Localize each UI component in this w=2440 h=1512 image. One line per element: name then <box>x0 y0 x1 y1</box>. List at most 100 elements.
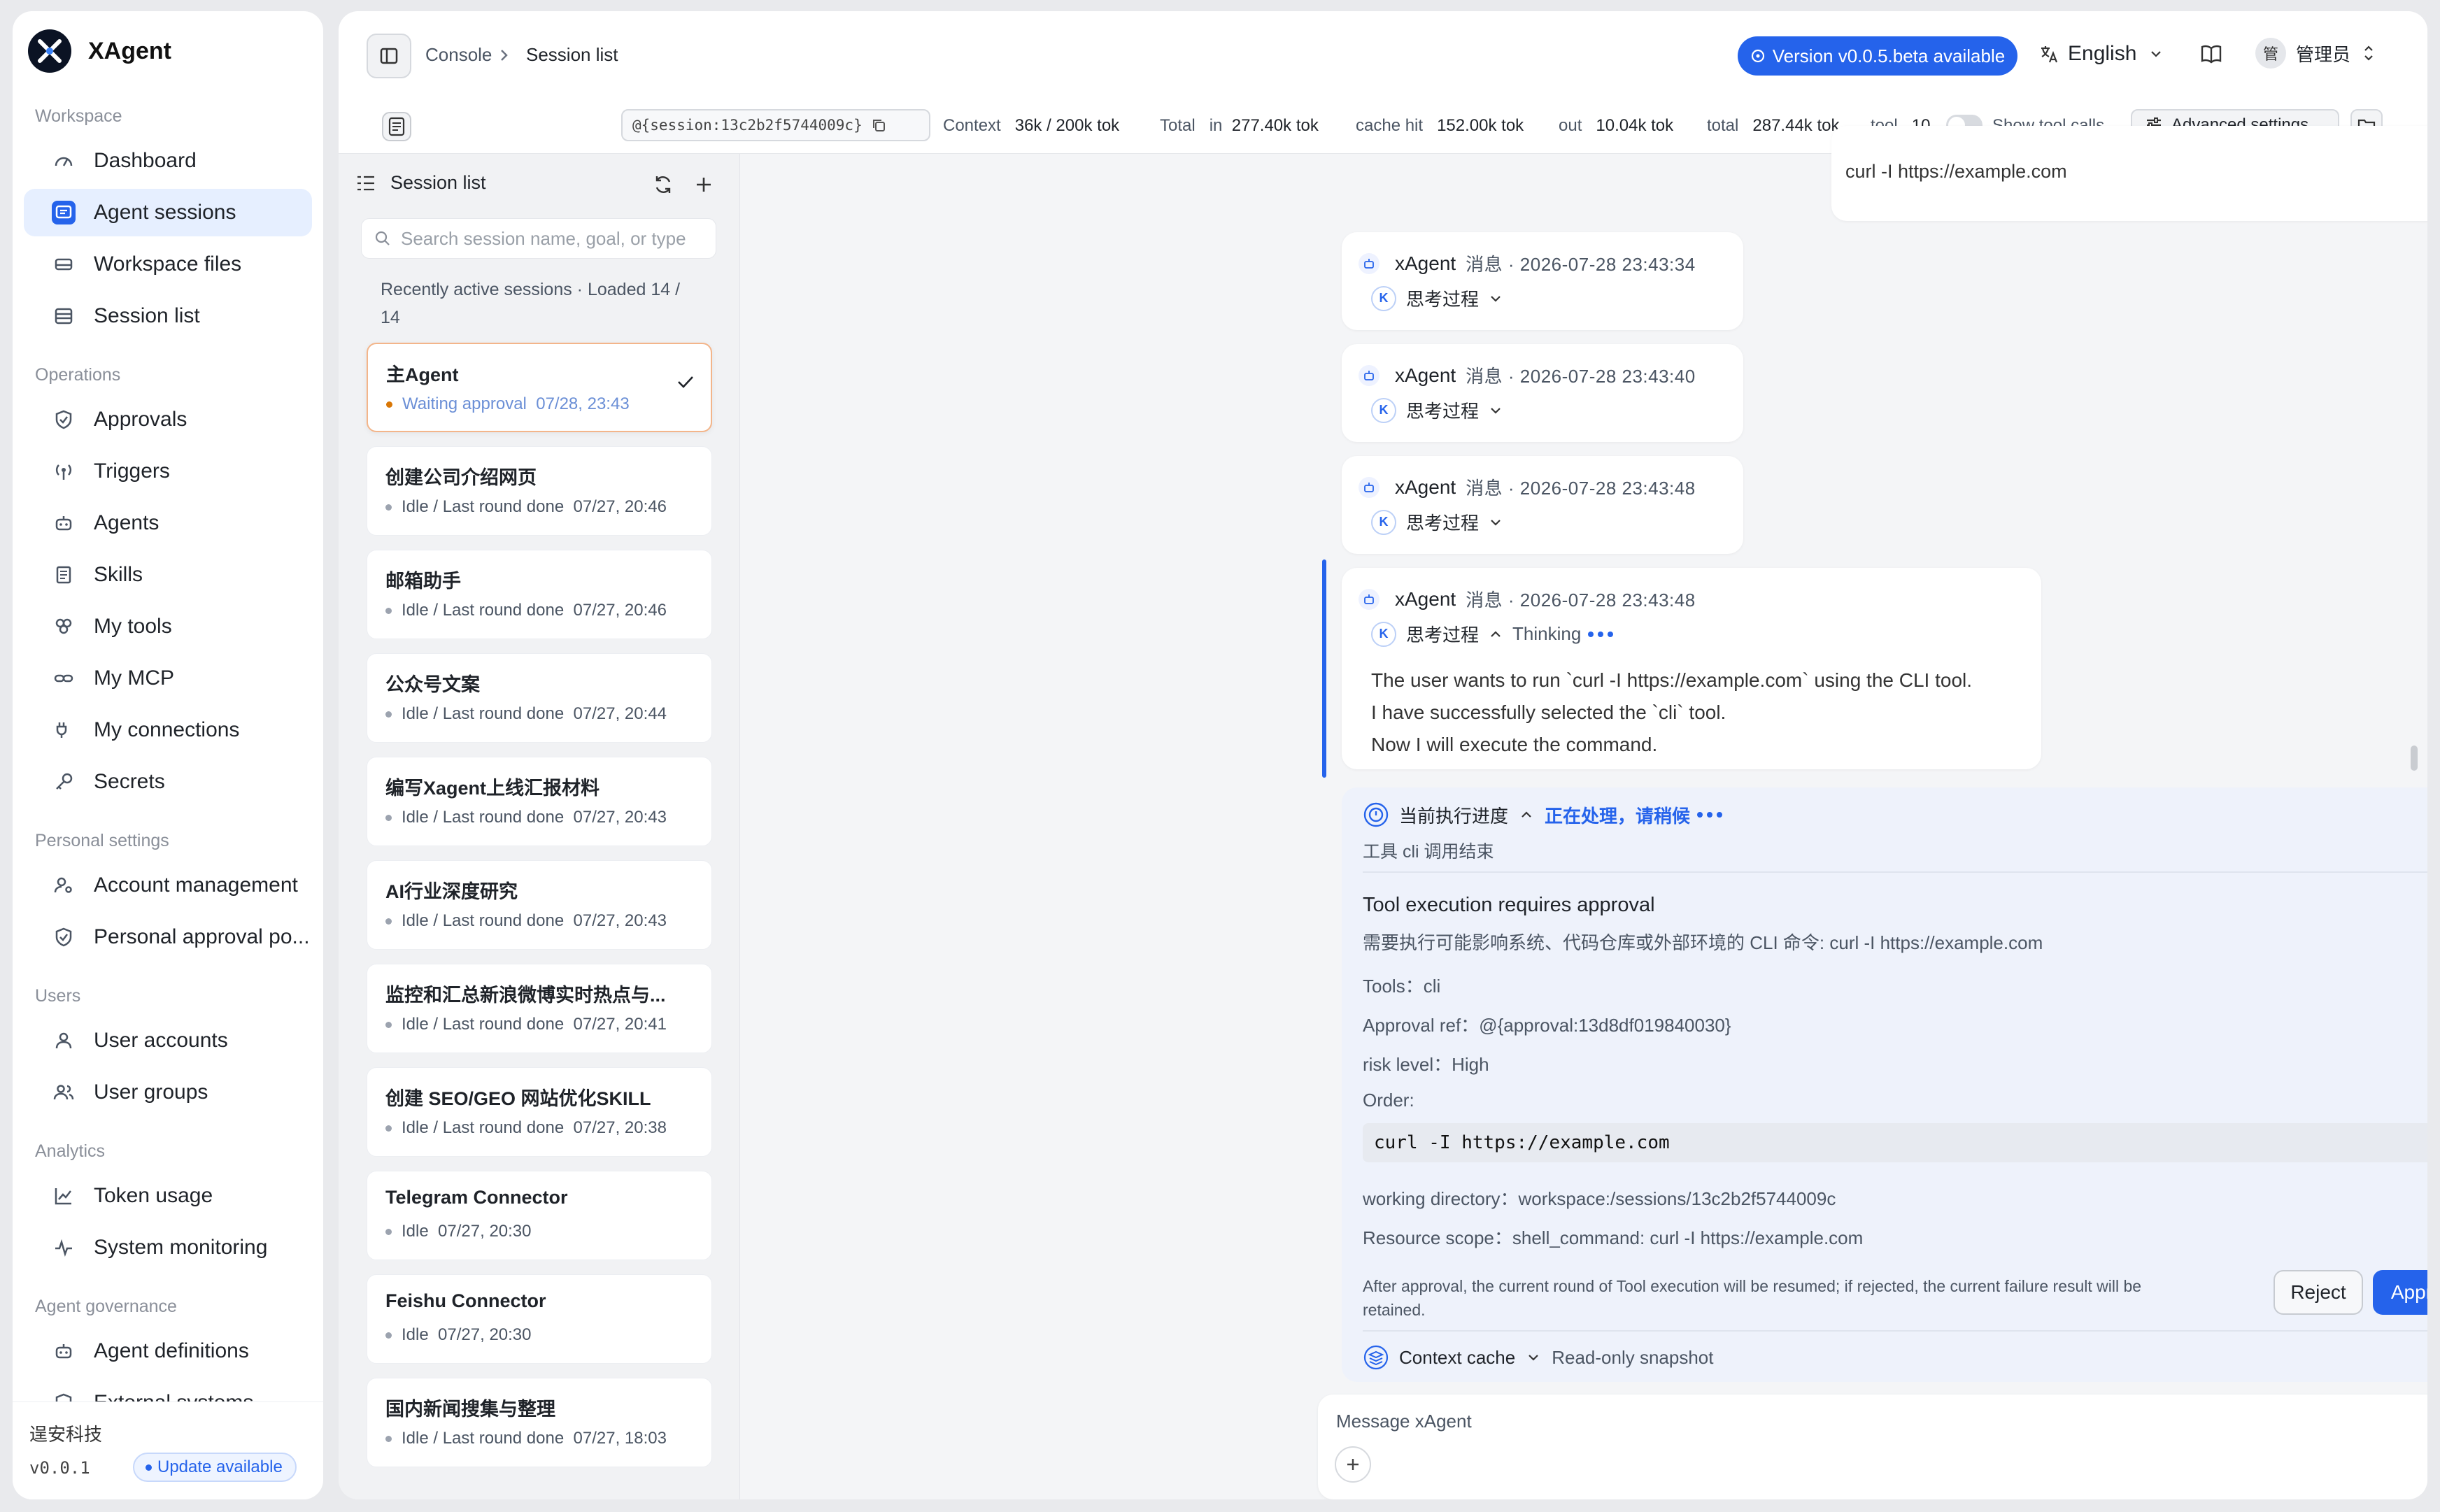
session-card[interactable]: 编写Xagent上线汇报材料 Idle / Last round done 07/… <box>367 757 712 846</box>
sidebar-item-my-mcp[interactable]: My MCP <box>24 655 312 702</box>
sidebar-item-approvals[interactable]: Approvals <box>24 396 312 443</box>
sidebar-item-skills[interactable]: Skills <box>24 551 312 599</box>
active-message-indicator <box>1322 559 1326 778</box>
total-tokens-label: Total in 277.40k tok <box>1160 116 1319 135</box>
session-panel-toggle-icon[interactable] <box>381 110 413 143</box>
session-card-status: Idle / Last round done 07/27, 20:43 <box>385 911 667 931</box>
sidebar-item-dashboard[interactable]: Dashboard <box>24 137 312 185</box>
refresh-icon[interactable] <box>652 173 674 196</box>
version-available-button[interactable]: Version v0.0.5.beta available <box>1738 36 2017 76</box>
sidebar-item-token-usage[interactable]: Token usage <box>24 1172 312 1220</box>
sidebar-item-triggers[interactable]: Triggers <box>24 448 312 495</box>
sidebar-item-label: User accounts <box>94 1029 228 1052</box>
info-circle-icon <box>1750 48 1766 64</box>
message-input[interactable] <box>1336 1407 2427 1435</box>
sidebar-item-secrets[interactable]: Secrets <box>24 758 312 806</box>
language-selector[interactable]: English <box>2038 42 2163 66</box>
context-cache-label: Context cache <box>1399 1346 1516 1368</box>
toggle-sidebar-button[interactable] <box>367 34 411 78</box>
org-name: 逞安科技 <box>29 1424 103 1445</box>
drive-icon <box>52 252 76 276</box>
sidebar-item-label: My tools <box>94 615 172 638</box>
session-card[interactable]: Feishu Connector Idle 07/27, 20:30 <box>367 1274 712 1364</box>
session-card-title: Feishu Connector <box>385 1290 546 1311</box>
sidebar-item-agent-sessions[interactable]: Agent sessions <box>24 189 312 236</box>
update-available-badge[interactable]: Update available <box>133 1453 297 1482</box>
message-header: xAgent 消息 · 2026-07-28 23:43:40 <box>1359 362 1696 388</box>
thinking-label: 思考过程 <box>1406 401 1480 422</box>
brand[interactable]: XAgent <box>28 29 171 73</box>
thinking-toggle[interactable]: K 思考过程 Thinking <box>1371 621 1617 647</box>
copy-icon[interactable] <box>871 117 886 133</box>
top-bar: Console Session list Version v0.0.5.beta… <box>339 11 2427 98</box>
session-status-text: Idle / Last round done <box>402 704 565 723</box>
session-time: 07/27, 20:30 <box>438 1325 532 1344</box>
session-card[interactable]: Telegram Connector Idle 07/27, 20:30 <box>367 1171 712 1260</box>
status-dot-icon <box>385 711 392 718</box>
sidebar-item-user-groups[interactable]: User groups <box>24 1069 312 1116</box>
sidebar-item-workspace-files[interactable]: Workspace files <box>24 241 312 288</box>
progress-header[interactable]: 当前执行进度 正在处理，请稍候 <box>1363 801 1726 828</box>
session-search[interactable]: Search session name, goal, or type <box>361 218 716 259</box>
thinking-toggle[interactable]: K 思考过程 <box>1371 285 1503 311</box>
session-card[interactable]: 邮箱助手 Idle / Last round done 07/27, 20:46 <box>367 550 712 639</box>
chat-scrollbar[interactable] <box>2411 746 2418 771</box>
new-session-plus-icon[interactable] <box>694 175 714 194</box>
session-card[interactable]: 监控和汇总新浪微博实时热点与... Idle / Last round done … <box>367 964 712 1053</box>
chevron-down-icon <box>1489 294 1503 304</box>
bot-icon <box>1359 476 1379 498</box>
session-card[interactable]: 创建公司介绍网页 Idle / Last round done 07/27, 20… <box>367 446 712 536</box>
chat-area: curl -I https://example.com xAgent 消息 · … <box>740 126 2427 1499</box>
loading-dots-icon <box>1588 631 1617 637</box>
sidebar-item-user-accounts[interactable]: User accounts <box>24 1017 312 1064</box>
session-card-title: 主Agent <box>386 364 459 385</box>
attach-plus-button[interactable] <box>1335 1446 1371 1483</box>
session-ref-chip[interactable]: @{session:13c2b2f5744009c} <box>621 109 930 141</box>
section-title-operations: Operations <box>35 365 121 385</box>
thinking-toggle[interactable]: K 思考过程 <box>1371 509 1503 535</box>
message-author: xAgent <box>1395 252 1456 274</box>
session-status-text: Idle / Last round done <box>402 1015 565 1034</box>
section-title-analytics: Analytics <box>35 1141 106 1161</box>
sidebar-item-label: Dashboard <box>94 149 197 172</box>
message-header: xAgent 消息 · 2026-07-28 23:43:34 <box>1359 250 1696 276</box>
sidebar-item-agent-definitions[interactable]: Agent definitions <box>24 1327 312 1375</box>
sidebar-item-agents[interactable]: Agents <box>24 499 312 547</box>
session-card-status: Idle / Last round done 07/27, 20:46 <box>385 497 667 517</box>
shield-icon <box>52 925 76 949</box>
translate-icon <box>2038 43 2059 64</box>
shield-check-icon <box>52 408 76 432</box>
tool-done-status: 工具 cli 调用结束 <box>1363 842 1494 862</box>
chevron-up-icon <box>1489 629 1503 639</box>
thinking-toggle[interactable]: K 思考过程 <box>1371 397 1503 423</box>
sidebar-item-label: Skills <box>94 563 143 586</box>
loading-dots-icon <box>1697 812 1726 818</box>
cache-hit-tokens: cache hit 152.00k tok <box>1356 116 1524 135</box>
session-status-text: Idle / Last round done <box>402 1118 565 1137</box>
plus-icon <box>1345 1457 1361 1472</box>
session-card[interactable]: 国内新闻搜集与整理 Idle / Last round done 07/27, 1… <box>367 1378 712 1467</box>
reject-button[interactable]: Reject <box>2274 1270 2363 1315</box>
sidebar-item-my-connections[interactable]: My connections <box>24 706 312 754</box>
key-icon <box>52 770 76 794</box>
broadcast-icon <box>52 459 76 483</box>
total-tokens: total 287.44k tok <box>1707 116 1840 135</box>
sidebar-item-my-tools[interactable]: My tools <box>24 603 312 650</box>
session-card-title: AI行业深度研究 <box>385 881 518 902</box>
session-card-status: Idle / Last round done 07/27, 20:43 <box>385 808 667 827</box>
context-cache-toggle[interactable]: Context cache Read-only snapshot <box>1363 1344 1713 1371</box>
user-menu[interactable]: 管 管理员 <box>2255 38 2374 69</box>
breadcrumb-console[interactable]: Console <box>425 44 492 66</box>
sidebar-item-session-list[interactable]: Session list <box>24 292 312 340</box>
sidebar-item-account-management[interactable]: Account management <box>24 862 312 909</box>
approve-button[interactable]: Approve <box>2373 1270 2427 1315</box>
sidebar-item-personal-approval-policy[interactable]: Personal approval po... <box>24 913 312 961</box>
session-card[interactable]: 主Agent Waiting approval 07/28, 23:43 <box>367 343 712 432</box>
session-card[interactable]: AI行业深度研究 Idle / Last round done 07/27, 20… <box>367 860 712 950</box>
chart-line-icon <box>52 1184 76 1208</box>
dot-icon <box>146 1464 152 1471</box>
session-card[interactable]: 创建 SEO/GEO 网站优化SKILL Idle / Last round do… <box>367 1067 712 1157</box>
docs-book-icon[interactable] <box>2199 42 2223 66</box>
session-card[interactable]: 公众号文案 Idle / Last round done 07/27, 20:44 <box>367 653 712 743</box>
sidebar-item-system-monitoring[interactable]: System monitoring <box>24 1224 312 1271</box>
